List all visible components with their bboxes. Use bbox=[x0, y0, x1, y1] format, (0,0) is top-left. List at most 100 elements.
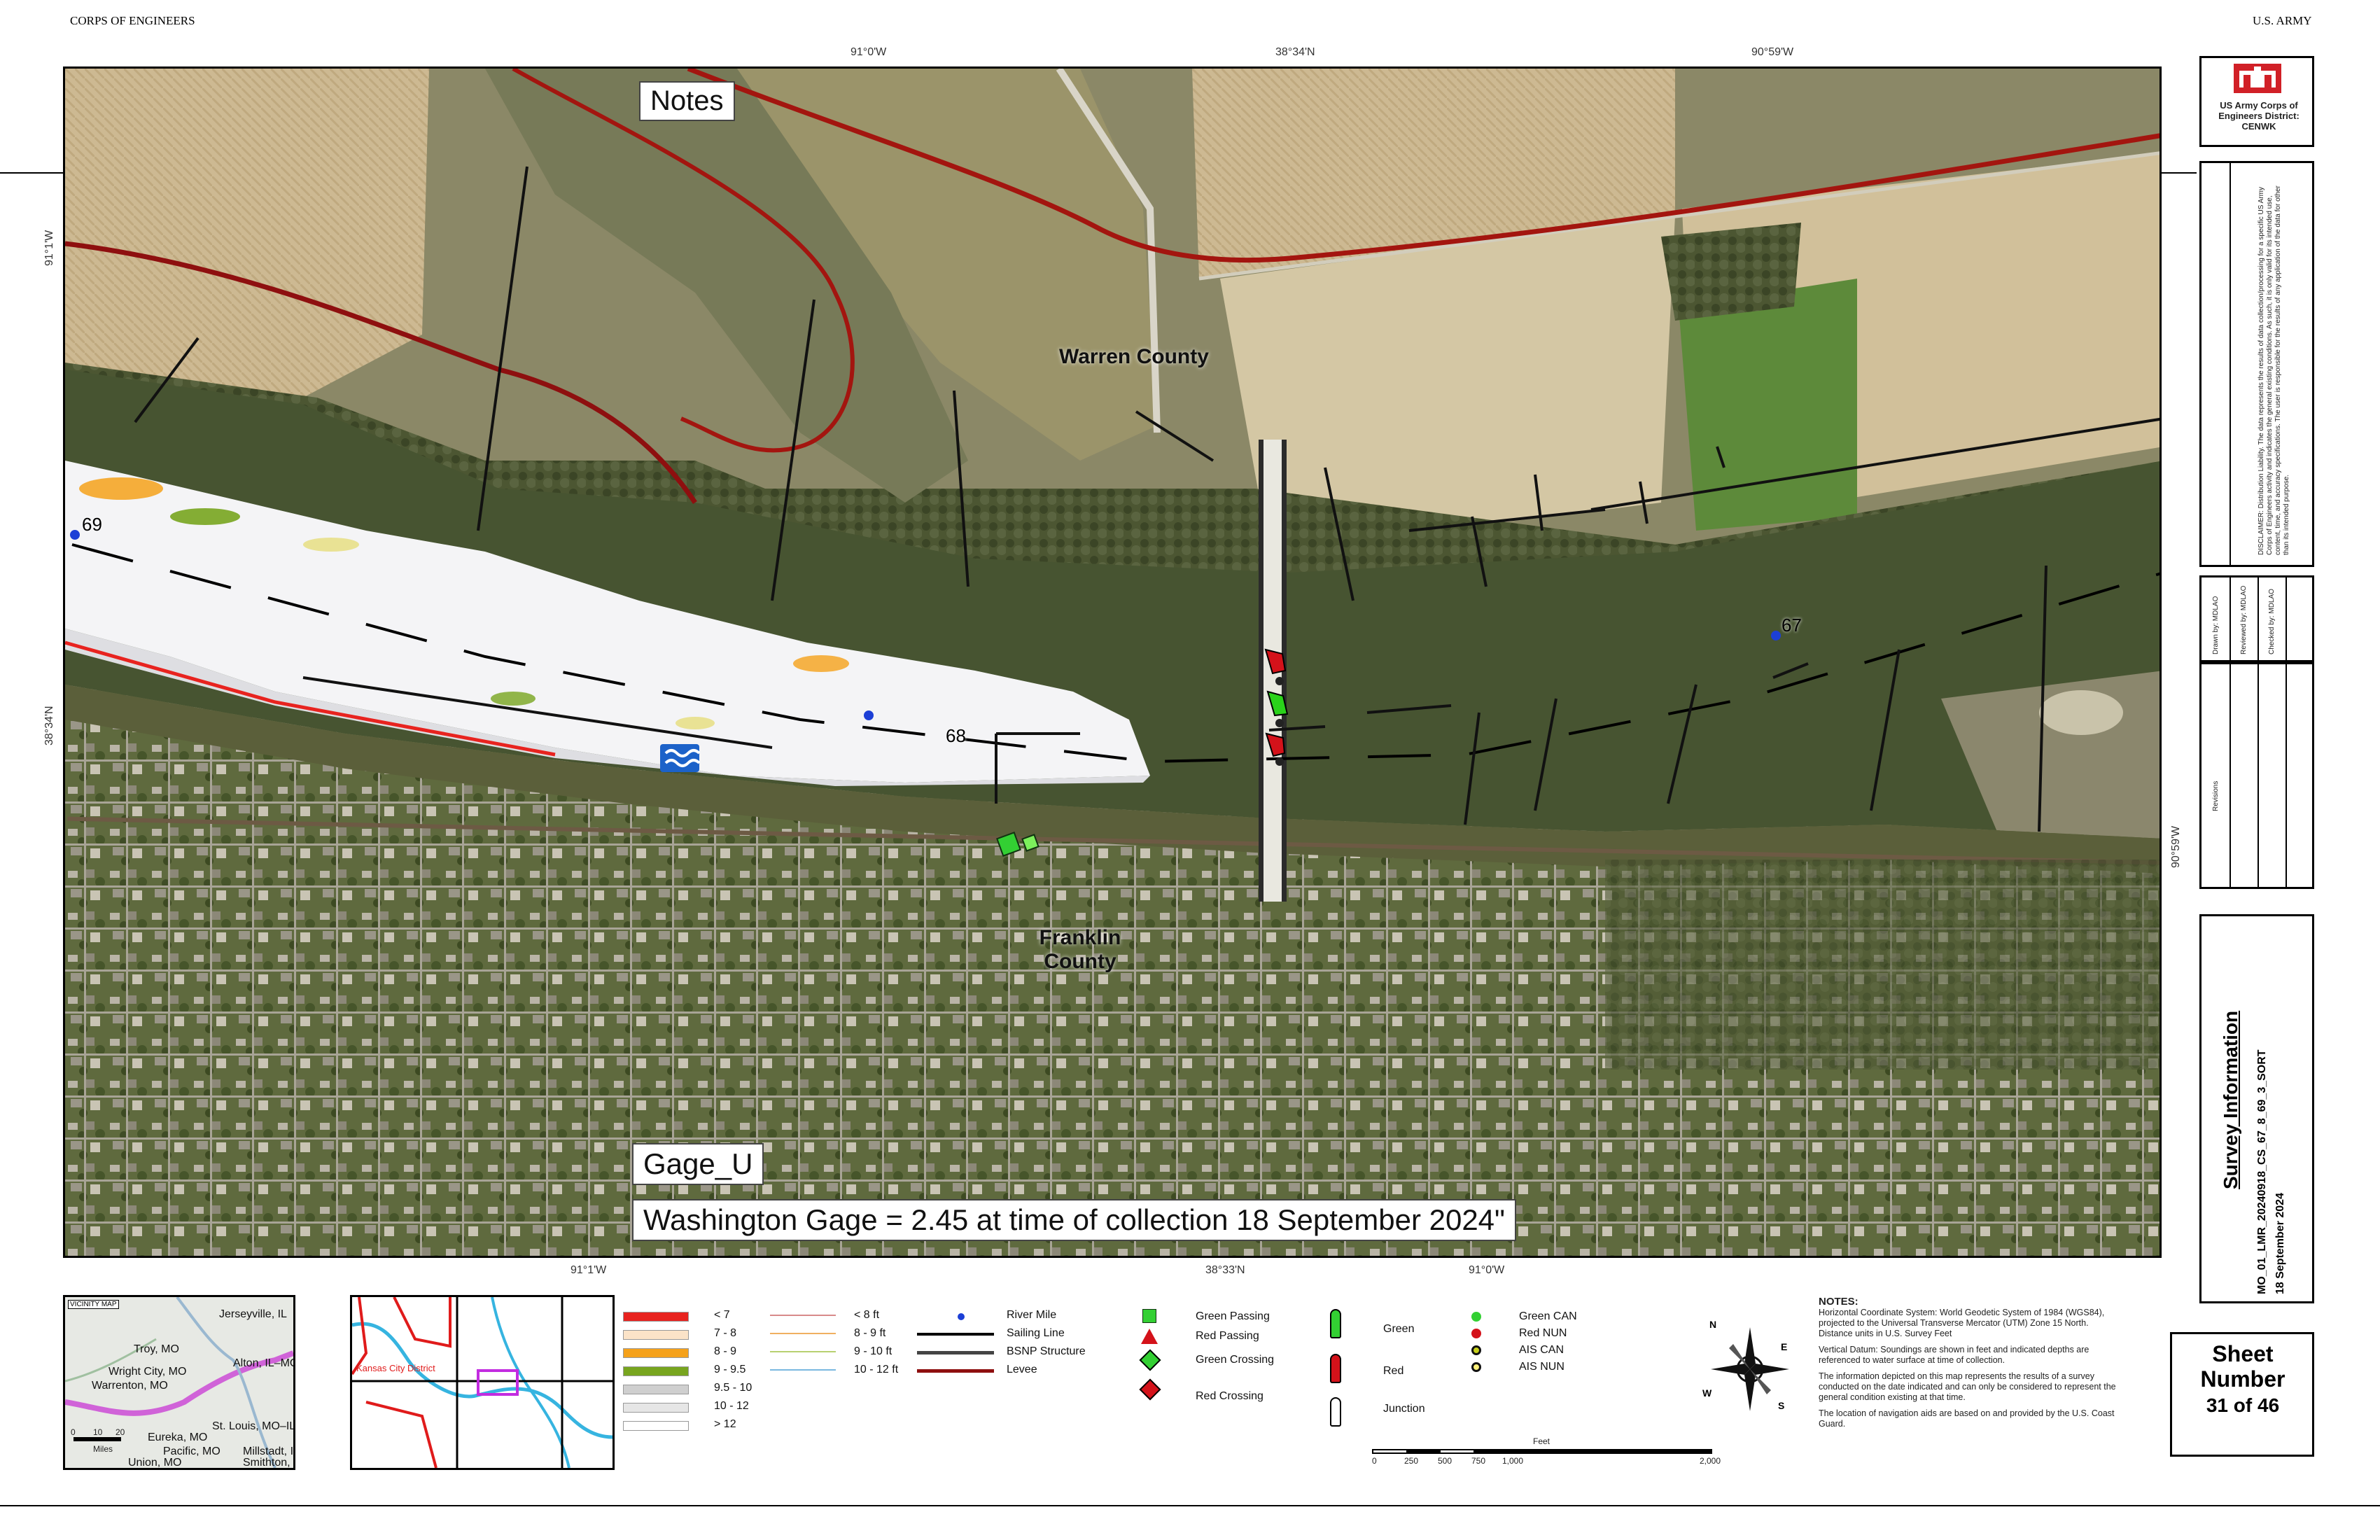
feature-label-3: BSNP Structure bbox=[1007, 1345, 1086, 1357]
coord-bottom-2: 38°33'N bbox=[1205, 1264, 1245, 1276]
river-mile-symbol bbox=[958, 1313, 965, 1320]
vicinity-scale-0: 0 bbox=[71, 1427, 76, 1437]
sheet-rule-left bbox=[0, 172, 63, 174]
contour-label-3: 9 - 10 ft bbox=[854, 1345, 892, 1357]
logo-text: US Army Corps of Engineers District: CEN… bbox=[2218, 100, 2300, 132]
vicinity-scale-10: 10 bbox=[93, 1427, 103, 1437]
depth-label-5: 9.5 - 10 bbox=[714, 1382, 752, 1394]
coord-left-2: 38°34'N bbox=[43, 706, 55, 746]
usace-castle-icon bbox=[2234, 64, 2281, 93]
river-mile-68-point bbox=[864, 710, 874, 720]
revision-label: Revisions bbox=[2212, 780, 2220, 811]
scale-tick-0: 0 bbox=[1372, 1456, 1377, 1466]
place-wright-city: Wright City, MO bbox=[108, 1366, 187, 1378]
district-label: Kansas City District bbox=[356, 1363, 435, 1373]
coord-top-1: 91°0'W bbox=[850, 46, 887, 58]
river-mile-69-point bbox=[70, 530, 80, 540]
levee-symbol bbox=[917, 1369, 994, 1373]
scale-tick-750: 750 bbox=[1471, 1456, 1486, 1466]
ais-nun-icon bbox=[1471, 1362, 1481, 1372]
can-label-1: Green CAN bbox=[1519, 1310, 1577, 1322]
notes-p1: Horizontal Coordinate System: World Geod… bbox=[1819, 1308, 2105, 1338]
header-left: CORPS OF ENGINEERS bbox=[70, 14, 195, 27]
disclaimer-text: DISCLAIMER: Distribution Liability. The … bbox=[2258, 186, 2290, 555]
scale-bar: Feet 0 250 500 750 1,000 2,000 bbox=[1372, 1435, 1722, 1477]
vicinity-map[interactable]: VICINITY MAP Jerseyville, IL Troy, MO Al… bbox=[63, 1295, 295, 1470]
can-label-2: Red NUN bbox=[1519, 1327, 1567, 1339]
sheet-number-label: Sheet Number bbox=[2200, 1341, 2286, 1392]
survey-file-name: MO_01_LMR_20240918_CS_67_8_69_3_SORT bbox=[2256, 1049, 2268, 1294]
feature-label-1: River Mile bbox=[1007, 1309, 1057, 1321]
buoy-label-2: Red bbox=[1383, 1365, 1404, 1377]
place-union: Union, MO bbox=[128, 1457, 182, 1469]
north-arrow: N E S W bbox=[1702, 1319, 1792, 1414]
depth-swatch-4 bbox=[623, 1366, 689, 1376]
compass-s: S bbox=[1778, 1400, 1785, 1411]
place-troy: Troy, MO bbox=[134, 1343, 179, 1355]
contour-label-1: < 8 ft bbox=[854, 1309, 880, 1321]
place-eureka: Eureka, MO bbox=[148, 1432, 208, 1443]
depth-swatch-6 bbox=[623, 1403, 689, 1413]
signature-2: Reviewed by: MDLAO bbox=[2240, 585, 2248, 654]
feature-label-2: Sailing Line bbox=[1007, 1327, 1065, 1339]
disclaimer-panel: DISCLAIMER: Distribution Liability. The … bbox=[2199, 161, 2314, 567]
feature-label-4: Levee bbox=[1007, 1364, 1037, 1376]
contour-line-3 bbox=[770, 1351, 836, 1352]
signature-panel: Drawn by: MDLAO Reviewed by: MDLAO Check… bbox=[2199, 575, 2314, 662]
contour-label-4: 10 - 12 ft bbox=[854, 1364, 899, 1376]
place-jerseyville: Jerseyville, IL bbox=[219, 1308, 287, 1320]
usace-logo-panel: US Army Corps of Engineers District: CEN… bbox=[2199, 56, 2314, 147]
depth-label-2: 7 - 8 bbox=[714, 1327, 737, 1339]
green-can-icon bbox=[1471, 1312, 1481, 1322]
river-mile-69-label: 69 bbox=[82, 514, 102, 535]
bsnp-symbol bbox=[917, 1351, 994, 1354]
coord-bottom-1: 91°1'W bbox=[570, 1264, 607, 1276]
depth-swatch-7 bbox=[623, 1421, 689, 1431]
green-buoy-icon bbox=[1330, 1309, 1341, 1338]
river-mile-67-point bbox=[1771, 631, 1781, 640]
warren-county-label: Warren County bbox=[1059, 345, 1209, 368]
vicinity-title: VICINITY MAP bbox=[68, 1300, 119, 1309]
depth-swatch-5 bbox=[623, 1385, 689, 1394]
survey-info-title: Survey Information bbox=[2220, 1010, 2241, 1189]
revision-panel: Revisions bbox=[2199, 662, 2314, 889]
coord-top-3: 90°59'W bbox=[1751, 46, 1794, 58]
buoy-label-3: Junction bbox=[1383, 1403, 1425, 1415]
map-canvas bbox=[65, 69, 2160, 1256]
aid-label-1: Green Passing bbox=[1196, 1310, 1270, 1322]
scale-tick-1000: 1,000 bbox=[1502, 1456, 1524, 1466]
buoy-label-1: Green bbox=[1383, 1323, 1415, 1335]
aerial-map[interactable]: Notes Warren County Franklin County 69 6… bbox=[63, 66, 2162, 1258]
green-passing-icon bbox=[1142, 1309, 1156, 1323]
contour-line-1 bbox=[770, 1315, 836, 1316]
coord-bottom-3: 91°0'W bbox=[1469, 1264, 1505, 1276]
can-label-4: AIS NUN bbox=[1519, 1361, 1564, 1373]
depth-label-6: 10 - 12 bbox=[714, 1400, 749, 1412]
survey-info-panel: Survey Information MO_01_LMR_20240918_CS… bbox=[2199, 914, 2314, 1303]
gage-icon bbox=[660, 744, 701, 772]
vicinity-scalebar bbox=[74, 1437, 121, 1441]
green-crossing-icon bbox=[1139, 1349, 1161, 1371]
header-right: U.S. ARMY bbox=[2253, 14, 2312, 27]
legend: < 7 7 - 8 8 - 9 9 - 9.5 9.5 - 10 10 - 12… bbox=[623, 1309, 1414, 1477]
sheet-number-panel: Sheet Number 31 of 46 bbox=[2170, 1332, 2314, 1457]
red-crossing-icon bbox=[1139, 1378, 1161, 1401]
notes-label[interactable]: Notes bbox=[639, 81, 735, 121]
signature-1: Drawn by: MDLAO bbox=[2212, 596, 2220, 654]
district-map[interactable]: Kansas City District bbox=[350, 1295, 615, 1470]
can-label-3: AIS CAN bbox=[1519, 1344, 1564, 1356]
red-buoy-icon bbox=[1330, 1354, 1341, 1383]
district-canvas bbox=[352, 1297, 612, 1468]
place-st-louis: St. Louis, MO–IL bbox=[212, 1420, 295, 1432]
depth-label-4: 9 - 9.5 bbox=[714, 1364, 746, 1376]
scale-title: Feet bbox=[1533, 1436, 1550, 1446]
gage-reading-label: Washington Gage = 2.45 at time of collec… bbox=[632, 1199, 1516, 1241]
contour-line-2 bbox=[770, 1333, 836, 1334]
place-alton: Alton, IL–MO bbox=[233, 1357, 295, 1369]
coord-left-1: 91°1'W bbox=[43, 230, 55, 266]
contour-label-2: 8 - 9 ft bbox=[854, 1327, 886, 1339]
place-smithton: Smithton, IL bbox=[243, 1457, 293, 1469]
notes-p4: The location of navigation aids are base… bbox=[1819, 1408, 2115, 1429]
gage-u-label[interactable]: Gage_U bbox=[632, 1143, 764, 1185]
franklin-county-label: Franklin County bbox=[1039, 926, 1121, 973]
